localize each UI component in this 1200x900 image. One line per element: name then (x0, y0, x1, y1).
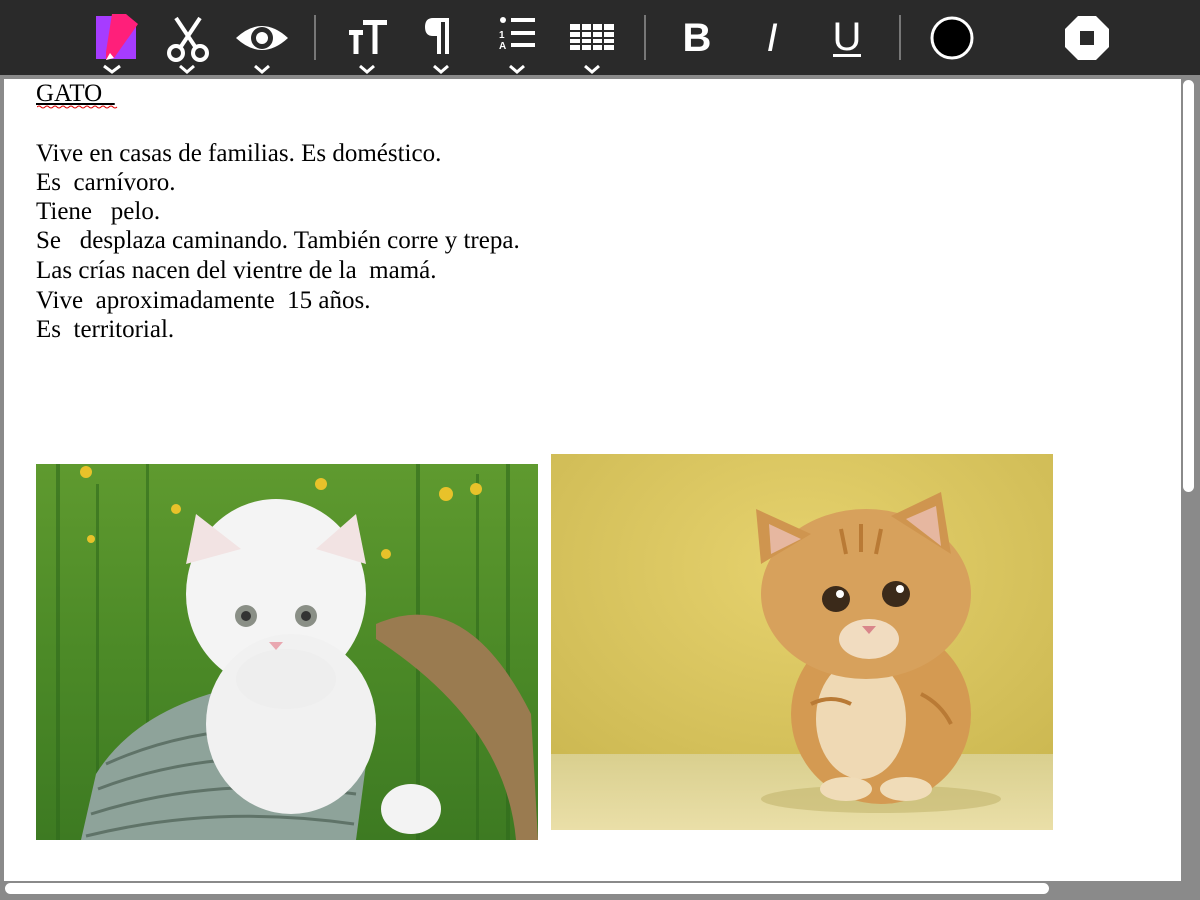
document-line: Vive en casas de familias. Es doméstico. (36, 140, 442, 167)
list-button[interactable]: 1 A (487, 8, 547, 74)
text-size-icon (349, 20, 387, 74)
toolbar-separator (644, 15, 646, 60)
orange-kitten-sitting-image (551, 454, 1053, 830)
document-line: Las crías nacen del vientre de la mamá. (36, 257, 437, 284)
eye-icon (236, 26, 288, 74)
pilcrow-icon (425, 18, 449, 74)
table-icon (570, 24, 614, 74)
view-button[interactable] (232, 8, 292, 74)
document-pencil-icon (96, 14, 138, 74)
svg-text:U: U (833, 15, 862, 59)
toolbar: 1 A B I U (0, 0, 1200, 75)
white-kitten-photo[interactable] (36, 464, 538, 840)
toolbar-separator (314, 15, 316, 60)
document-line: Se desplaza caminando. También corre y t… (36, 227, 520, 254)
bold-icon: B (683, 16, 712, 60)
document-line: Vive aproximadamente 15 años. (36, 287, 371, 314)
document-line: Tiene pelo. (36, 198, 161, 225)
orange-kitten-photo[interactable] (551, 454, 1053, 830)
underline-icon: U (833, 15, 862, 59)
document-line: Es territorial. (36, 316, 175, 343)
paragraph-button[interactable] (411, 8, 471, 74)
stop-button[interactable] (1057, 8, 1117, 68)
document-line: Es carnívoro. (36, 169, 176, 196)
svg-text:I: I (766, 16, 777, 60)
italic-button[interactable]: I (742, 8, 802, 68)
italic-icon: I (766, 16, 777, 60)
scissors-icon (167, 16, 209, 74)
vertical-scrollbar-thumb[interactable] (1183, 80, 1194, 492)
stop-octagon-icon (1065, 16, 1109, 60)
svg-text:1: 1 (499, 30, 505, 41)
text-size-button[interactable] (337, 8, 397, 74)
table-button[interactable] (562, 8, 622, 74)
numbered-list-icon: 1 A (499, 17, 535, 74)
horizontal-scrollbar-thumb[interactable] (5, 883, 1049, 894)
bold-button[interactable]: B (667, 8, 727, 68)
document-area[interactable]: GATO Vive en casas de familias. Es domés… (4, 79, 1181, 881)
text-color-button[interactable] (922, 8, 982, 68)
white-kitten-in-basket-image (36, 464, 538, 840)
underline-button[interactable]: U (817, 8, 877, 68)
cut-button[interactable] (158, 8, 218, 74)
svg-text:B: B (683, 16, 712, 60)
svg-text:A: A (499, 41, 506, 52)
spellcheck-squiggle (37, 105, 118, 109)
toolbar-separator (899, 15, 901, 60)
document-title: GATO (36, 80, 115, 107)
color-circle-icon (930, 16, 974, 60)
document-pencil-button[interactable] (84, 8, 144, 74)
